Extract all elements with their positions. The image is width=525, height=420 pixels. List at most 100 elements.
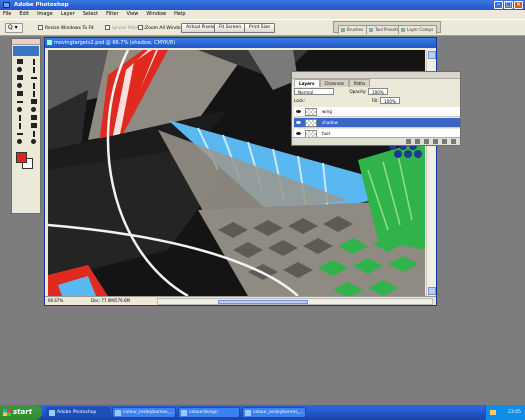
scroll-down-arrow-icon[interactable] [428,287,436,295]
folder-icon [115,410,121,416]
zoom-all-windows-checkbox[interactable]: Zoom All Windows [138,25,187,32]
crop-tool[interactable] [13,74,26,81]
tools-palette-header[interactable] [12,39,40,45]
marquee-tool[interactable] [13,58,26,65]
brush-tool[interactable] [27,82,40,89]
photoshop-logo [13,46,39,56]
new-group-icon[interactable] [433,139,438,144]
zoom-level[interactable]: 66.67% [48,297,63,305]
menu-select[interactable]: Select [83,10,98,19]
healing-brush-tool[interactable] [13,82,26,89]
blend-mode-select[interactable]: Normal [294,88,334,95]
pen-tool[interactable] [13,122,26,129]
tray-icon[interactable] [490,410,496,415]
eye-icon[interactable] [295,109,302,115]
minimize-button[interactable]: – [494,1,503,9]
zoom-tool-preset[interactable]: Q ▾ [5,23,23,33]
new-layer-icon[interactable] [442,139,447,144]
fill-field[interactable]: 100% [380,97,400,104]
layer-row-active[interactable]: shadow [294,118,460,128]
document-title-bar[interactable]: movingtargets2.psd @ 66.7% (shadow, CMYK… [45,38,436,48]
menu-view[interactable]: View [127,10,139,19]
folder-icon [181,410,187,416]
brushes-tab[interactable]: Brushes [338,25,368,34]
menu-edit[interactable]: Edit [19,10,29,19]
taskbar-item-photoshop[interactable]: Adobe Photoshop [46,407,110,418]
notes-tool[interactable] [13,130,26,137]
taskbar-item-folder-2[interactable]: colourdesign [178,407,240,418]
start-button[interactable]: start [0,405,42,420]
opacity-field[interactable]: 100% [367,88,388,95]
zoom-tool[interactable] [27,138,40,145]
clone-stamp-tool[interactable] [13,90,26,97]
layer-style-icon[interactable] [415,139,420,144]
photoshop-task-icon [49,410,55,416]
layer-comps-tab[interactable]: Layer Comps [398,25,438,34]
menu-file[interactable]: File [3,10,11,19]
menu-filter[interactable]: Filter [106,10,118,19]
menu-image[interactable]: Image [37,10,53,19]
type-tool[interactable] [27,114,40,121]
document-title: movingtargets2.psd @ 66.7% (shadow, CMYK… [54,40,176,46]
layers-panel-header[interactable] [292,72,460,79]
layer-row[interactable]: wing [294,107,460,117]
foreground-color-swatch[interactable] [16,152,27,163]
layer-comps-icon [401,28,405,32]
eraser-tool[interactable] [13,98,26,105]
layers-panel: Layers Channels Paths Normal Opacity: 10… [291,71,461,146]
scroll-up-arrow-icon[interactable] [428,51,436,59]
close-button[interactable]: × [514,1,523,9]
gradient-tool[interactable] [27,98,40,105]
menu-window[interactable]: Window [146,10,166,19]
photoshop-app-icon [3,2,10,8]
clock: 23:05 [508,410,521,415]
screen: Adobe Photoshop – □ × File Edit Image La… [0,0,525,420]
tab-paths[interactable]: Paths [348,79,371,87]
horizontal-scroll-thumb[interactable] [218,300,308,304]
eye-icon[interactable] [295,120,302,126]
taskbar-item-folder-1[interactable]: colour_lesleybarnes_... [112,407,176,418]
menu-help[interactable]: Help [174,10,185,19]
taskbar: start Adobe Photoshop colour_lesleybarne… [0,405,525,420]
task-label: colour_lesleybarnes_... [253,410,305,415]
task-label: colourdesign [189,410,218,415]
move-tool[interactable] [27,58,40,65]
dodge-tool[interactable] [27,106,40,113]
lock-fill-row: Lock: Fill: 100% [294,97,400,104]
magnifier-icon: Q [8,24,13,31]
opacity-label: Opacity: [349,89,367,94]
horizontal-scrollbar[interactable] [157,298,433,305]
layer-mask-icon[interactable] [424,139,429,144]
history-brush-tool[interactable] [27,90,40,97]
hand-tool[interactable] [13,138,26,145]
taskbar-item-folder-3[interactable]: colour_lesleybarnes_... [242,407,306,418]
checkbox-icon [105,25,110,30]
app-title: Adobe Photoshop [14,2,69,8]
link-layers-icon[interactable] [406,139,411,144]
layer-thumbnail [305,108,317,116]
shape-tool[interactable] [27,122,40,129]
menu-layer[interactable]: Layer [61,10,75,19]
path-selection-tool[interactable] [13,114,26,121]
slice-tool[interactable] [27,74,40,81]
brush-icon [341,28,345,32]
magic-wand-tool[interactable] [27,66,40,73]
start-label: start [13,408,33,416]
maximize-button[interactable]: □ [504,1,513,9]
layer-name: shadow [322,120,339,125]
tab-layers[interactable]: Layers [294,79,320,87]
document-info[interactable]: Doc: 77.0M/576.6M [91,297,130,305]
blur-tool[interactable] [13,106,26,113]
brushes-tab-label: Brushes [347,27,364,32]
task-label: Adobe Photoshop [57,410,97,415]
fit-screen-button[interactable]: Fit Screen [214,23,247,33]
resize-windows-checkbox[interactable]: Resize Windows To Fit [38,25,94,32]
print-size-button[interactable]: Print Size [244,23,276,33]
tool-presets-tab-label: Tool Presets [375,27,399,32]
lasso-tool[interactable] [13,66,26,73]
layer-thumbnail [305,119,317,127]
tab-channels[interactable]: Channels [319,79,349,87]
trash-icon[interactable] [451,139,456,144]
eyedropper-tool[interactable] [27,130,40,137]
layers-panel-footer [292,137,460,145]
